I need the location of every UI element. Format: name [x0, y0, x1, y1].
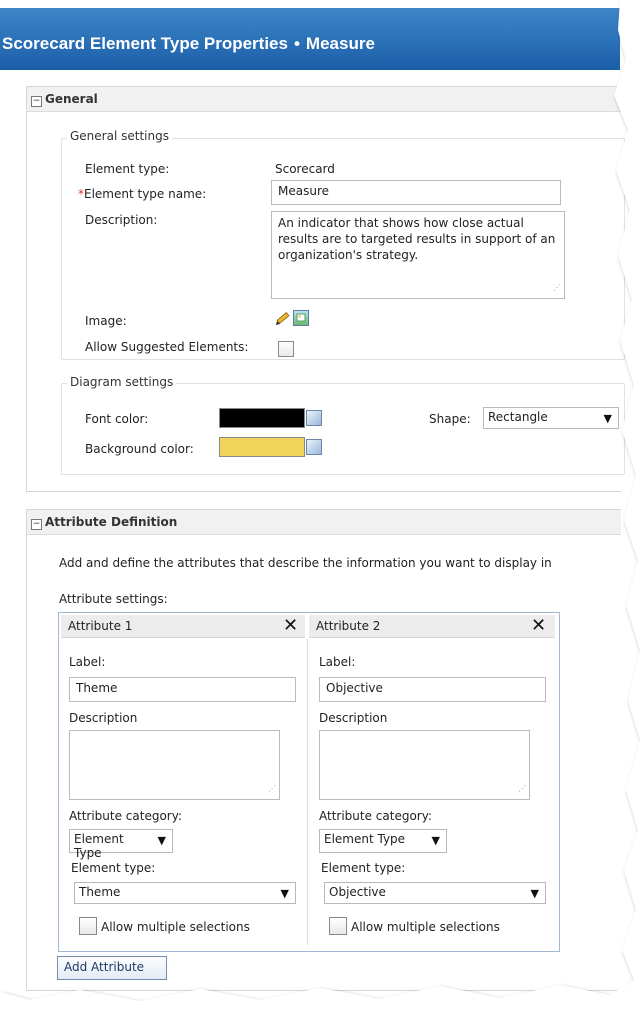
torn-edge-decoration — [0, 0, 644, 1011]
